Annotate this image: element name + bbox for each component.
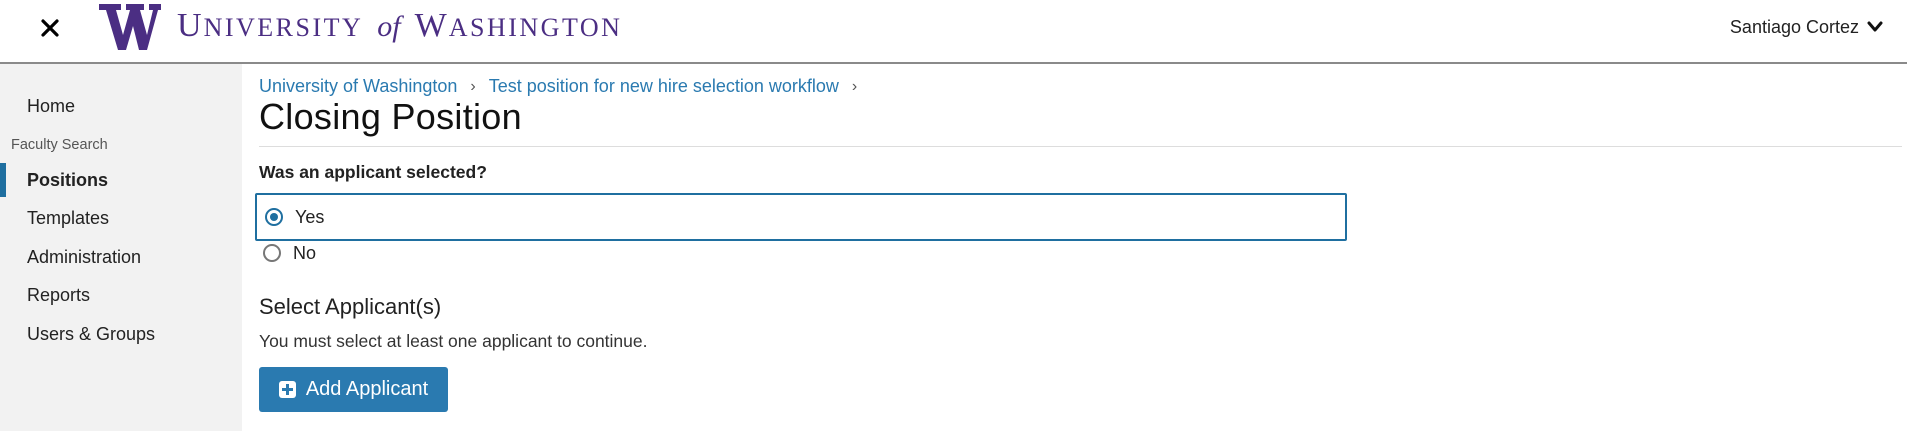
breadcrumb-link-position[interactable]: Test position for new hire selection wor… <box>489 76 839 97</box>
title-divider <box>259 146 1902 147</box>
sidebar-item-administration[interactable]: Administration <box>0 240 242 274</box>
sidebar: Home Faculty Search Positions Templates … <box>0 64 242 431</box>
radio-label-yes: Yes <box>295 206 325 227</box>
wordmark-u: U <box>177 7 204 44</box>
university-wordmark: UNIVERSITY of WASHINGTON <box>177 3 622 51</box>
uw-logo[interactable]: UNIVERSITY of WASHINGTON <box>99 4 622 50</box>
user-name: Santiago Cortez <box>1729 16 1859 37</box>
select-applicants-heading: Select Applicant(s) <box>259 294 442 319</box>
plus-square-icon <box>278 381 296 398</box>
wordmark-w: W <box>414 7 449 44</box>
uw-w-logo-icon <box>99 4 161 50</box>
breadcrumb-link-university[interactable]: University of Washington <box>259 76 457 97</box>
radio-label-no: No <box>293 242 317 263</box>
close-button[interactable] <box>36 14 64 42</box>
sidebar-section-faculty-search: Faculty Search <box>11 137 108 153</box>
wordmark-ashington: ASHINGTON <box>448 13 623 42</box>
add-applicant-button[interactable]: Add Applicant <box>259 367 448 412</box>
sidebar-item-home[interactable]: Home <box>0 89 242 123</box>
sidebar-item-positions[interactable]: Positions <box>0 163 242 197</box>
page-title: Closing Position <box>259 96 522 137</box>
select-applicants-helper: You must select at least one applicant t… <box>259 331 648 351</box>
sidebar-item-templates[interactable]: Templates <box>0 201 242 235</box>
breadcrumb: University of Washington › Test position… <box>259 76 870 97</box>
chevron-down-icon <box>1867 21 1883 32</box>
breadcrumb-separator-icon: › <box>851 77 858 95</box>
close-icon <box>41 19 59 37</box>
user-menu[interactable]: Santiago Cortez <box>1730 14 1883 40</box>
add-applicant-label: Add Applicant <box>305 378 429 400</box>
sidebar-item-users-groups[interactable]: Users & Groups <box>0 317 242 351</box>
breadcrumb-separator-icon: › <box>470 77 476 95</box>
radio-option-no[interactable]: No <box>255 229 1347 277</box>
top-bar: UNIVERSITY of WASHINGTON Santiago Cortez <box>0 0 1907 64</box>
sidebar-item-reports[interactable]: Reports <box>0 278 242 312</box>
radio-checked-icon[interactable] <box>265 208 283 226</box>
applicant-selected-question: Was an applicant selected? <box>259 162 487 182</box>
radio-unchecked-icon[interactable] <box>263 244 281 262</box>
wordmark-of: of <box>377 10 401 43</box>
wordmark-niversity: NIVERSITY <box>203 13 364 42</box>
